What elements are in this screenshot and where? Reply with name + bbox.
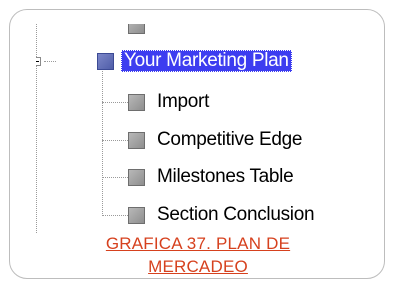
tree-item-milestones-table[interactable]: Milestones Table — [157, 166, 294, 188]
child-connector-4 — [102, 215, 128, 216]
tree-item-import[interactable]: Import — [157, 91, 209, 113]
children-guide-line — [102, 71, 103, 216]
child-node-icon-milestones-table — [128, 169, 145, 186]
caption-line-2: MERCADEO — [148, 257, 248, 276]
root-guide-line — [36, 24, 37, 233]
tree-item-competitive-edge[interactable]: Competitive Edge — [157, 129, 302, 151]
collapse-toggle-icon[interactable] — [36, 57, 41, 66]
child-connector-3 — [102, 177, 128, 178]
child-node-icon-section-conclusion — [128, 207, 145, 224]
child-connector-1 — [102, 102, 128, 103]
parent-connector — [44, 61, 56, 62]
partial-node-icon — [128, 24, 145, 34]
caption-line-1: GRAFICA 37. PLAN DE — [105, 234, 291, 253]
tree-view-screenshot: Your Marketing Plan Import Competitive E… — [36, 24, 360, 233]
child-node-icon-import — [128, 94, 145, 111]
tree-item-section-conclusion[interactable]: Section Conclusion — [157, 204, 315, 226]
child-node-icon-competitive-edge — [128, 132, 145, 149]
tree-item-your-marketing-plan[interactable]: Your Marketing Plan — [121, 50, 292, 72]
parent-node-icon — [97, 53, 114, 70]
child-connector-2 — [102, 140, 128, 141]
slide-card: Your Marketing Plan Import Competitive E… — [9, 9, 385, 279]
